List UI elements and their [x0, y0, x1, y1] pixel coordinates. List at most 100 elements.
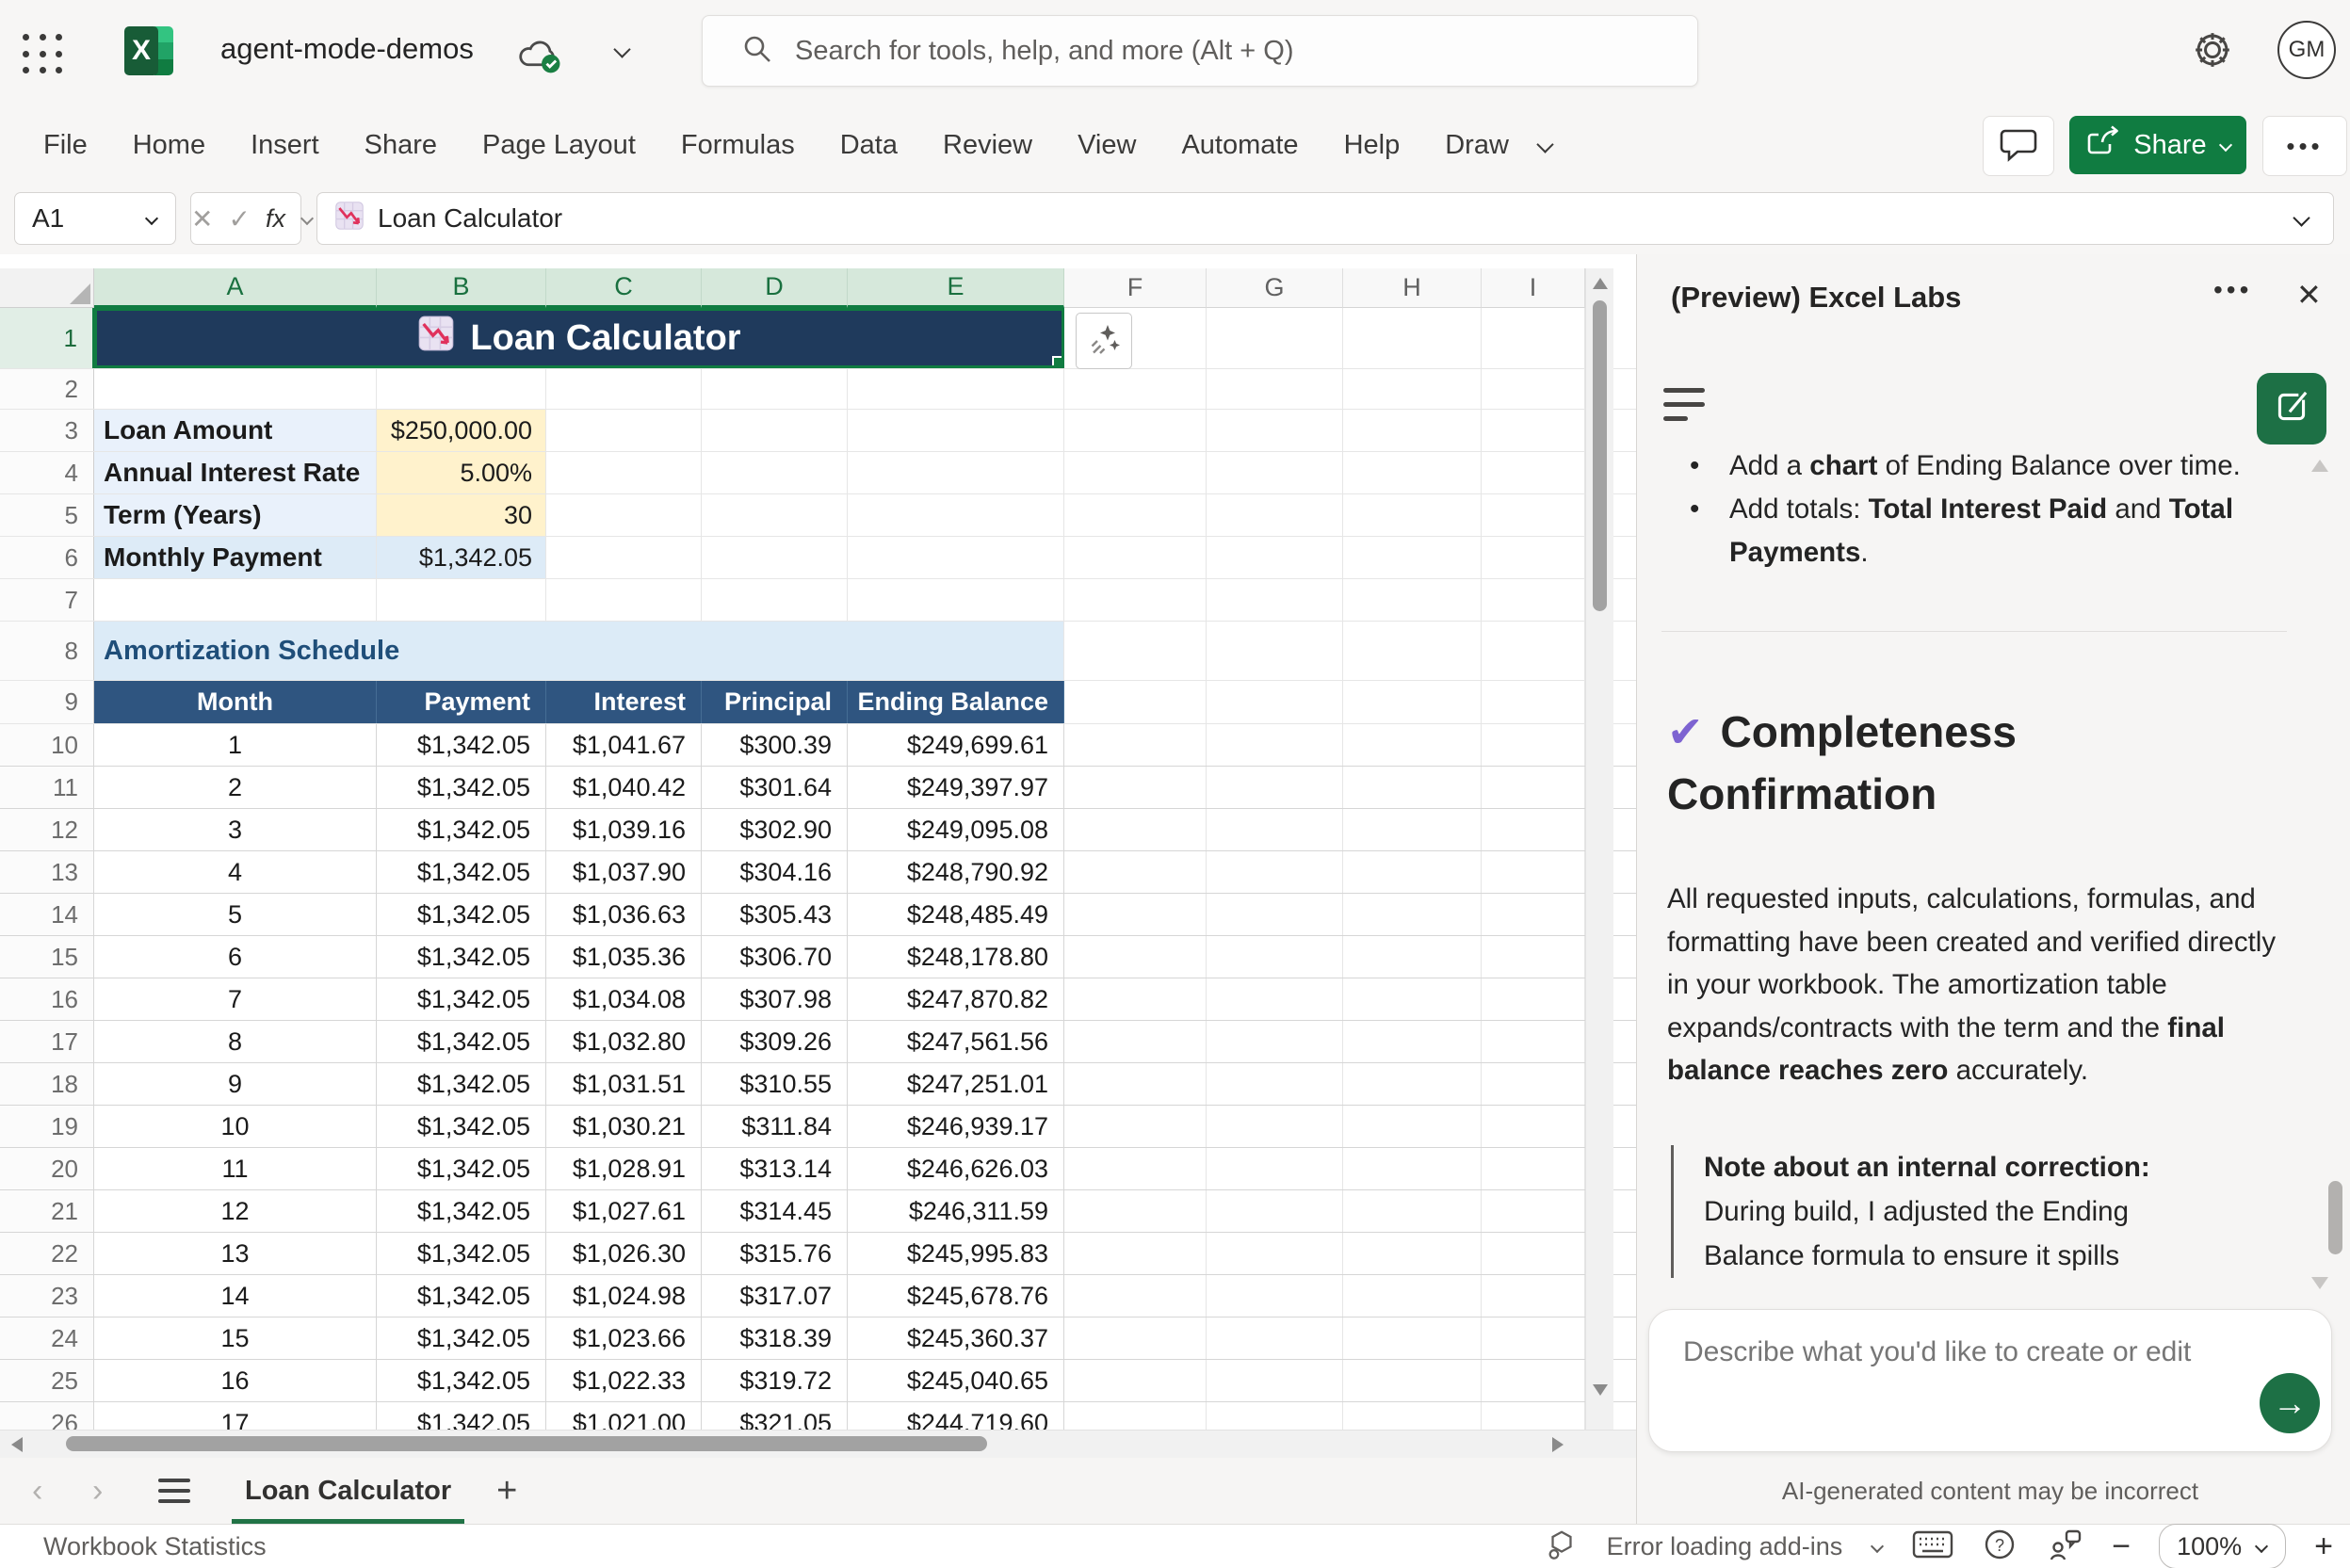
cell[interactable]	[546, 494, 702, 536]
table-cell[interactable]: 14	[94, 1275, 377, 1317]
table-cell[interactable]: 15	[94, 1317, 377, 1359]
param-label[interactable]: Term (Years)	[94, 494, 377, 536]
panel-scroll-down-icon[interactable]	[2311, 1277, 2328, 1289]
row-header-20[interactable]: 20	[0, 1148, 94, 1189]
panel-scroll-up-icon[interactable]	[2311, 460, 2328, 472]
table-cell[interactable]: $1,342.05	[377, 1148, 546, 1189]
cell[interactable]	[702, 494, 848, 536]
ribbon-more-button[interactable]: •••	[2262, 116, 2347, 176]
table-cell[interactable]: $1,342.05	[377, 1021, 546, 1062]
cell[interactable]	[1482, 1021, 1585, 1062]
row-header-2[interactable]: 2	[0, 369, 94, 409]
table-cell[interactable]: $246,626.03	[848, 1148, 1064, 1189]
cell[interactable]	[702, 369, 848, 409]
table-cell[interactable]: $1,024.98	[546, 1275, 702, 1317]
all-sheets-menu-icon[interactable]	[158, 1479, 190, 1503]
row-header-22[interactable]: 22	[0, 1233, 94, 1274]
table-cell[interactable]: $249,397.97	[848, 767, 1064, 808]
enter-icon[interactable]: ✓	[228, 203, 250, 234]
table-cell[interactable]: 11	[94, 1148, 377, 1189]
cell[interactable]	[1064, 1063, 1207, 1105]
cell[interactable]	[1482, 1063, 1585, 1105]
cell[interactable]	[1482, 622, 1585, 680]
cell[interactable]	[848, 494, 1064, 536]
send-button[interactable]: →	[2260, 1373, 2320, 1433]
quick-analysis-button[interactable]	[1076, 313, 1132, 369]
cell[interactable]	[1207, 410, 1343, 451]
cell[interactable]	[1482, 579, 1585, 621]
table-cell[interactable]: $249,699.61	[848, 724, 1064, 766]
row-header-17[interactable]: 17	[0, 1021, 94, 1062]
cell[interactable]	[1064, 537, 1207, 578]
table-cell[interactable]: 10	[94, 1106, 377, 1147]
search-input[interactable]: Search for tools, help, and more (Alt + …	[702, 15, 1698, 87]
cell[interactable]	[1482, 1317, 1585, 1359]
cell[interactable]	[1482, 1275, 1585, 1317]
menu-formulas[interactable]: Formulas	[658, 105, 818, 185]
table-cell[interactable]: $249,095.08	[848, 809, 1064, 850]
table-cell[interactable]: $245,040.65	[848, 1360, 1064, 1401]
cell[interactable]	[1207, 1317, 1343, 1359]
cell[interactable]	[1064, 369, 1207, 409]
table-cell[interactable]: 12	[94, 1190, 377, 1232]
cell[interactable]	[1343, 1360, 1482, 1401]
cell[interactable]	[1064, 579, 1207, 621]
menu-view[interactable]: View	[1055, 105, 1159, 185]
cell[interactable]	[1482, 537, 1585, 578]
cell[interactable]	[1482, 410, 1585, 451]
cell[interactable]	[546, 410, 702, 451]
param-label[interactable]: Annual Interest Rate	[94, 452, 377, 493]
cell[interactable]	[1343, 579, 1482, 621]
table-cell[interactable]: $248,485.49	[848, 894, 1064, 935]
cell[interactable]	[1064, 1233, 1207, 1274]
cell[interactable]	[702, 579, 848, 621]
table-cell[interactable]: $1,031.51	[546, 1063, 702, 1105]
cell[interactable]	[1343, 978, 1482, 1020]
cell[interactable]	[848, 452, 1064, 493]
table-cell[interactable]: $1,342.05	[377, 1063, 546, 1105]
cell[interactable]	[1207, 579, 1343, 621]
cell[interactable]	[1343, 1021, 1482, 1062]
select-all-corner[interactable]	[0, 268, 94, 308]
cell[interactable]	[1207, 724, 1343, 766]
table-cell[interactable]: $306.70	[702, 936, 848, 978]
account-avatar[interactable]: GM	[2277, 21, 2336, 79]
cell[interactable]	[1343, 452, 1482, 493]
row-header-6[interactable]: 6	[0, 537, 94, 578]
cell[interactable]	[1064, 851, 1207, 893]
menu-page-layout[interactable]: Page Layout	[460, 105, 658, 185]
table-cell[interactable]: $247,561.56	[848, 1021, 1064, 1062]
menu-draw[interactable]: Draw	[1422, 105, 1532, 185]
row-header-14[interactable]: 14	[0, 894, 94, 935]
menu-insert[interactable]: Insert	[228, 105, 342, 185]
table-cell[interactable]: $248,790.92	[848, 851, 1064, 893]
cell[interactable]	[1482, 681, 1585, 723]
next-sheet-arrow-icon[interactable]: ›	[92, 1473, 121, 1510]
cell[interactable]	[1207, 681, 1343, 723]
cell[interactable]	[702, 452, 848, 493]
table-cell[interactable]: $1,342.05	[377, 767, 546, 808]
cell[interactable]	[1343, 1233, 1482, 1274]
param-value[interactable]: $1,342.05	[377, 537, 546, 578]
formula-bar-expand-chevron-icon[interactable]	[2293, 210, 2310, 227]
row-header-24[interactable]: 24	[0, 1317, 94, 1359]
table-cell[interactable]: 1	[94, 724, 377, 766]
row-header-10[interactable]: 10	[0, 724, 94, 766]
addins-chevron-icon[interactable]	[1871, 1540, 1884, 1553]
cell[interactable]	[848, 579, 1064, 621]
cell[interactable]	[1064, 767, 1207, 808]
app-launcher-waffle-icon[interactable]	[23, 34, 64, 75]
row-header-21[interactable]: 21	[0, 1190, 94, 1232]
cell[interactable]	[377, 369, 546, 409]
scroll-left-arrow-icon[interactable]	[11, 1437, 23, 1452]
column-header-G[interactable]: G	[1207, 268, 1343, 308]
row-header-16[interactable]: 16	[0, 978, 94, 1020]
cloud-saved-icon[interactable]	[514, 34, 567, 80]
cell[interactable]	[1343, 1275, 1482, 1317]
cell[interactable]	[1343, 809, 1482, 850]
table-cell[interactable]: $1,023.66	[546, 1317, 702, 1359]
table-cell[interactable]: $1,040.42	[546, 767, 702, 808]
scroll-down-arrow-icon[interactable]	[1593, 1384, 1608, 1396]
table-cell[interactable]: $246,939.17	[848, 1106, 1064, 1147]
panel-more-button[interactable]: •••	[2213, 275, 2252, 305]
